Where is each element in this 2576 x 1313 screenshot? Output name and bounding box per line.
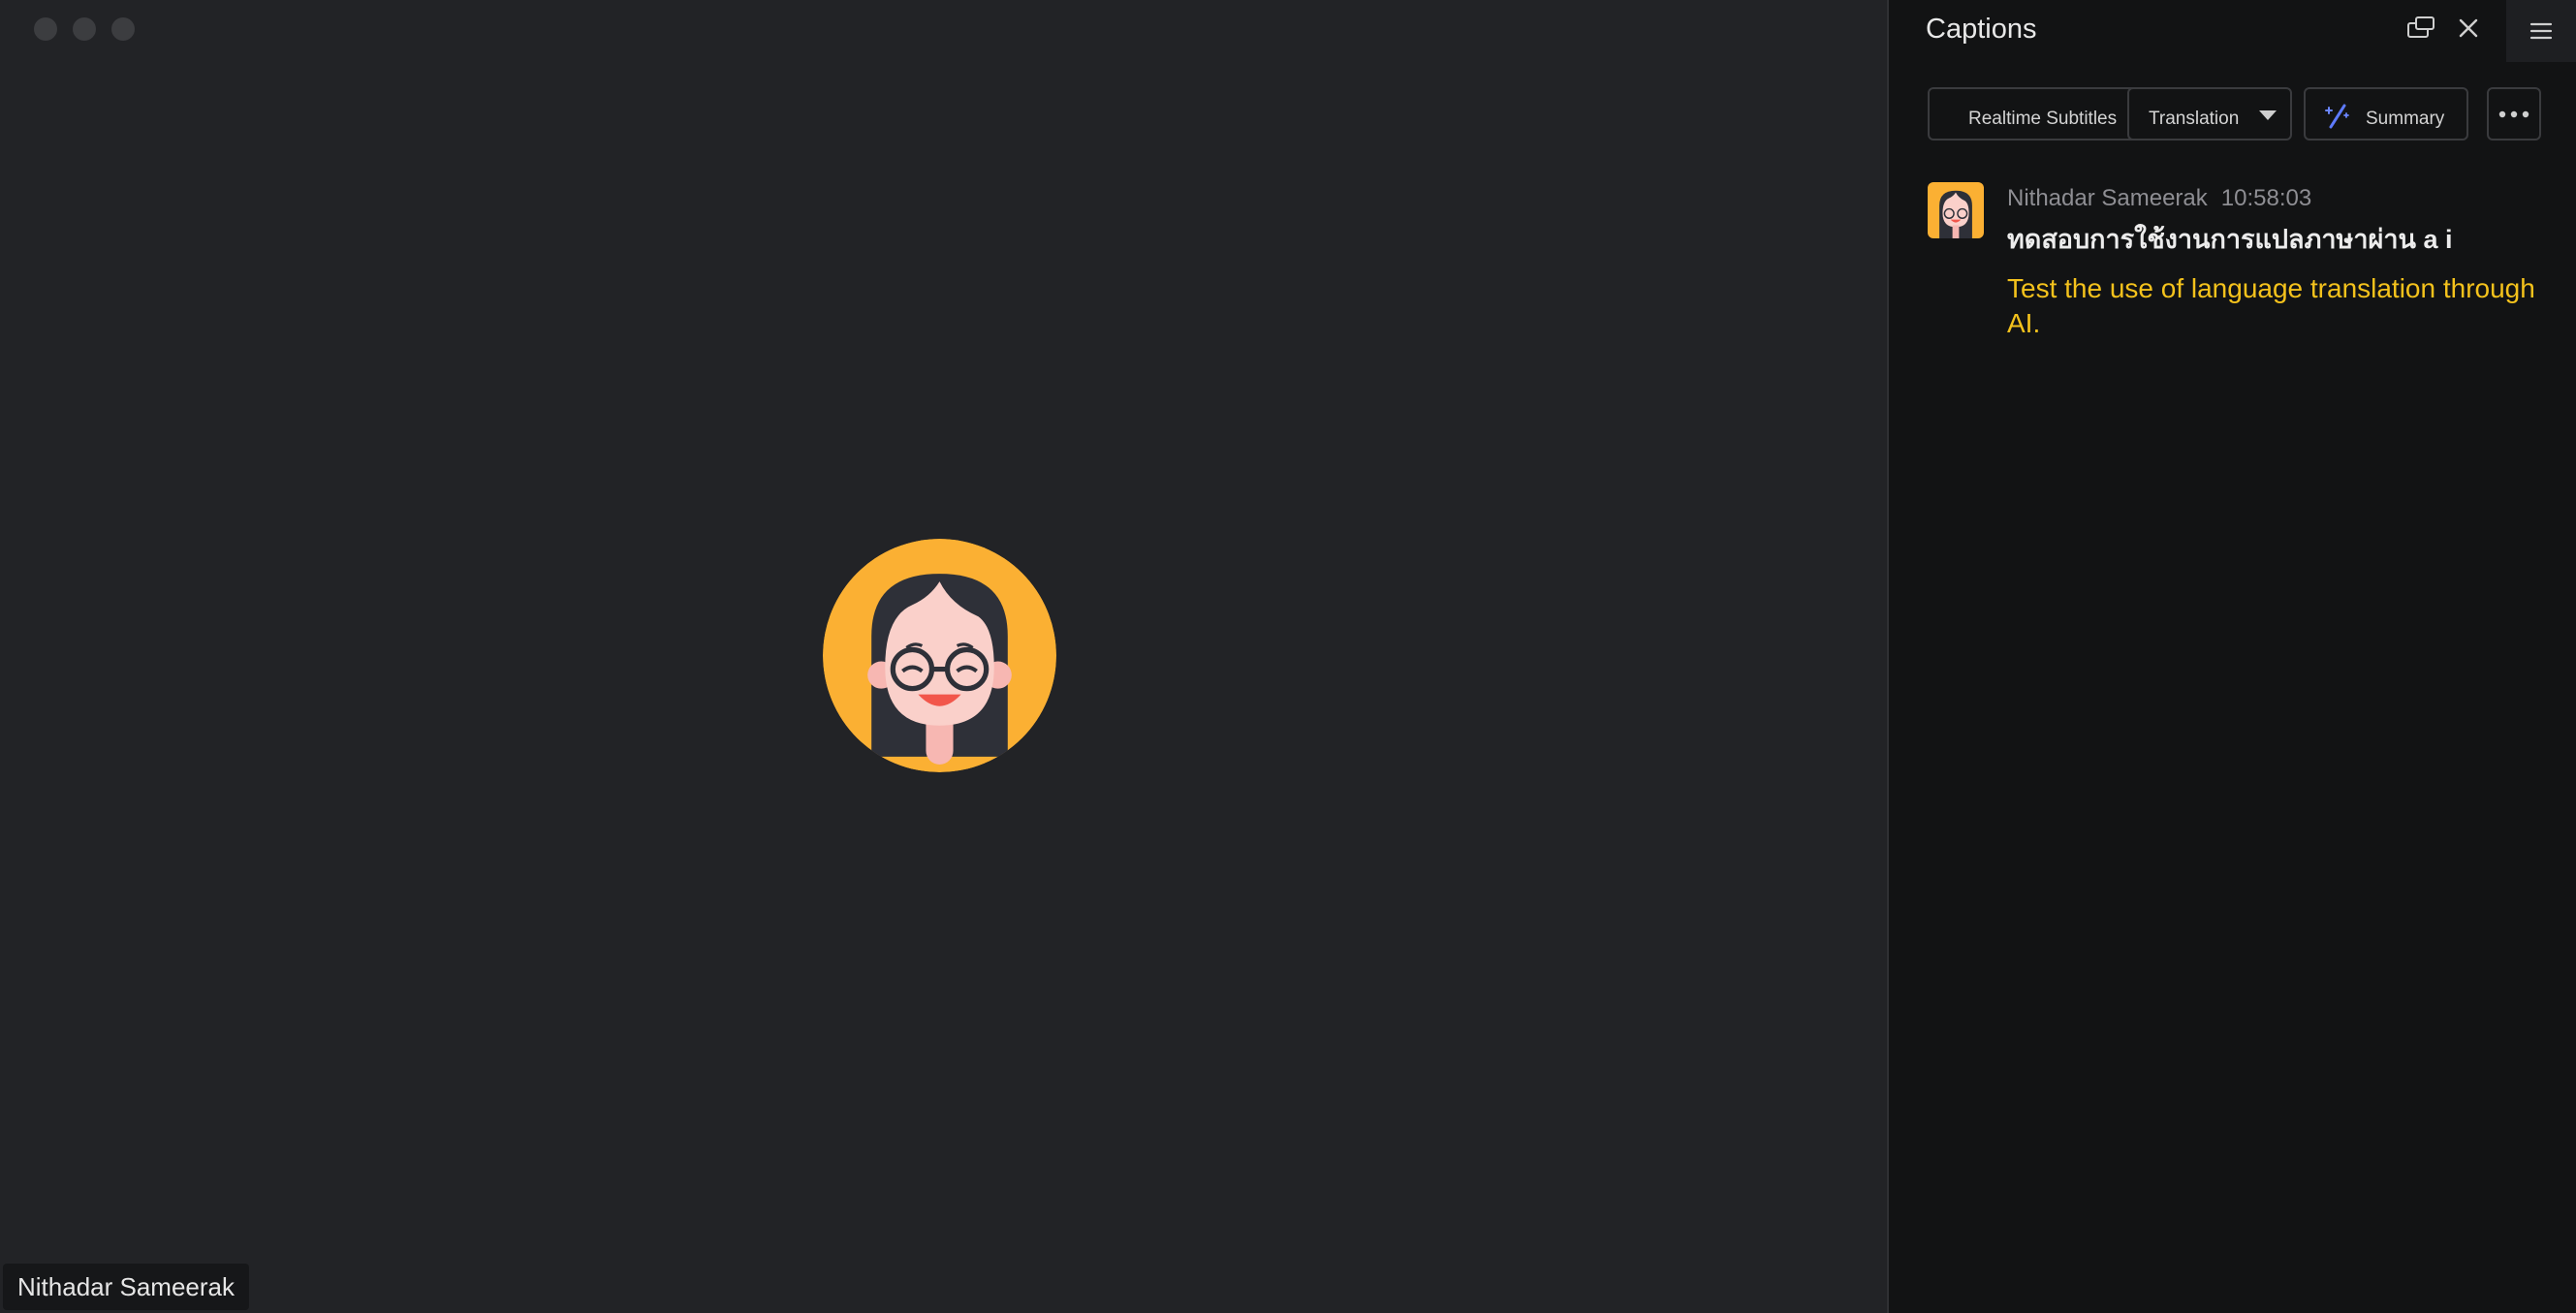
summary-label: Summary <box>2366 109 2445 129</box>
panel-title: Captions <box>1926 14 2037 45</box>
realtime-subtitles-button[interactable]: Realtime Subtitles Translation <box>1928 87 2292 141</box>
realtime-subtitles-label: Realtime Subtitles <box>1968 109 2118 129</box>
summary-button[interactable]: Summary <box>2304 87 2468 141</box>
caption-body: Nithadar Sameerak 10:58:03 ทดสอบการใช้งาน… <box>2007 182 2550 341</box>
close-icon <box>2459 18 2478 38</box>
caption-translation-text: Test the use of language translation thr… <box>2007 273 2535 338</box>
caption-meta: Nithadar Sameerak 10:58:03 <box>2007 182 2550 215</box>
translation-dropdown[interactable]: Translation <box>2149 109 2239 130</box>
participant-avatar-icon <box>823 539 1056 772</box>
magic-wand-icon <box>2325 104 2349 129</box>
window-controls <box>34 17 135 41</box>
panel-menu-button[interactable] <box>2506 0 2576 62</box>
close-window-button[interactable] <box>34 17 57 41</box>
caption-original-text: ทดสอบการใช้งานการแปลภาษาผ่าน a i <box>2007 225 2453 254</box>
close-panel-button[interactable] <box>2451 13 2486 44</box>
more-options-button[interactable] <box>2487 87 2541 141</box>
hamburger-menu-icon <box>2529 22 2553 40</box>
participant-name-tag: Nithadar Sameerak <box>3 1264 249 1310</box>
video-stage: Nithadar Sameerak <box>0 0 1887 1313</box>
caption-time: 10:58:03 <box>2220 185 2312 211</box>
popout-window-icon <box>2407 16 2435 38</box>
chevron-down-icon[interactable] <box>2259 110 2277 120</box>
captions-panel: Captions Realtime Subtitles Translation <box>1889 0 2576 1313</box>
speaker-avatar-icon <box>1928 182 1984 238</box>
zoom-window-button[interactable] <box>111 17 135 41</box>
popout-window-button[interactable] <box>2403 13 2438 44</box>
speaker-name: Nithadar Sameerak <box>2007 185 2208 211</box>
captions-header: Captions <box>1889 0 2576 62</box>
more-dots-icon <box>2498 110 2529 117</box>
minimize-window-button[interactable] <box>73 17 96 41</box>
